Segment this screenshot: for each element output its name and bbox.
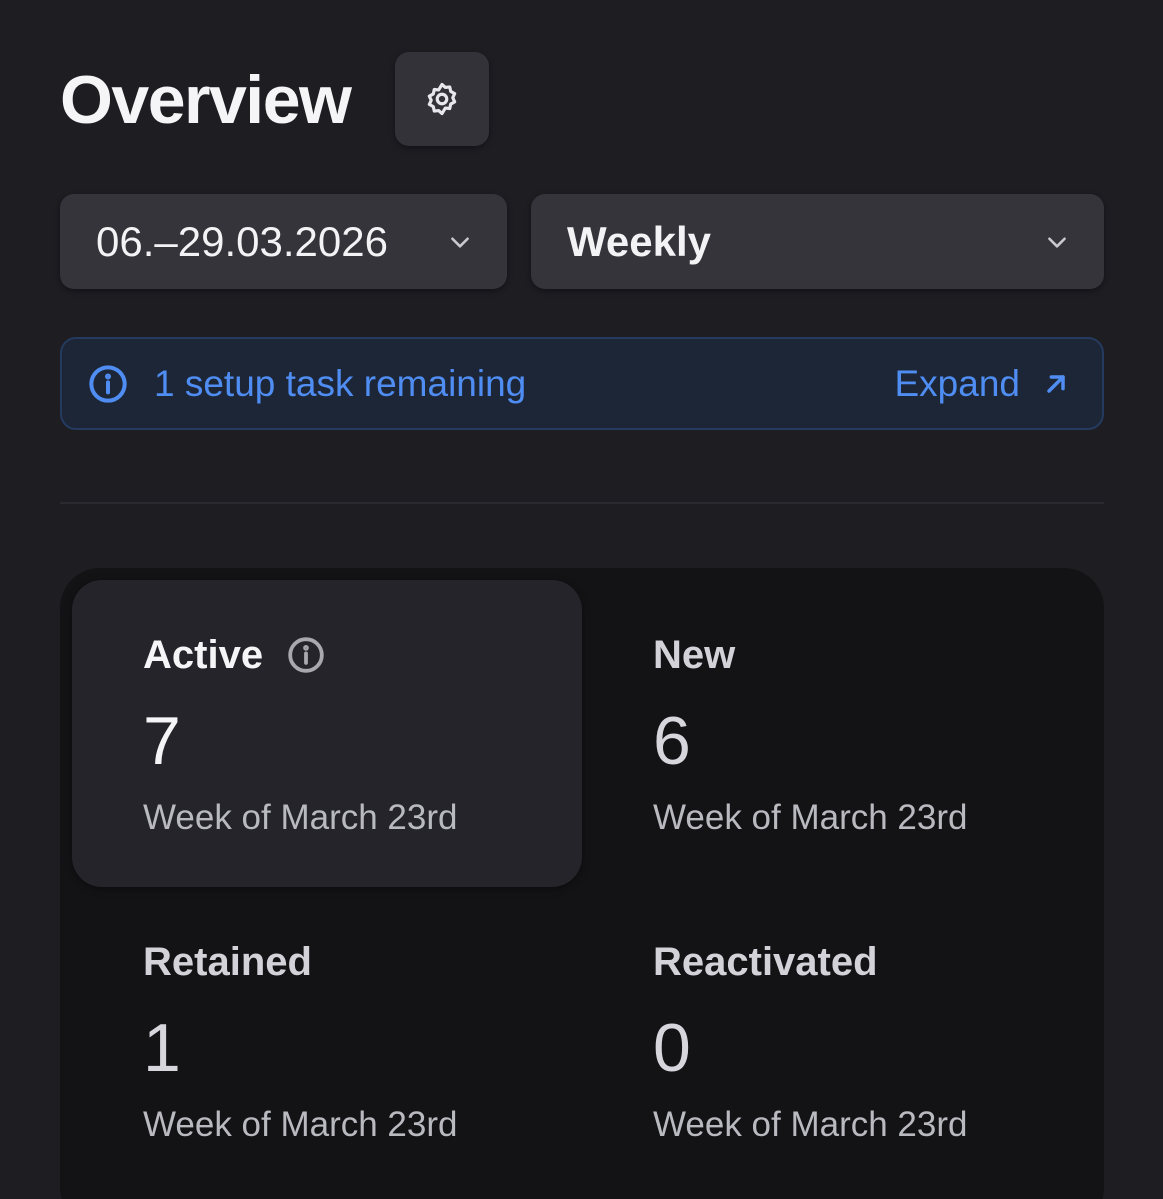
date-range-value: 06.–29.03.2026 [96, 217, 388, 265]
expand-label: Expand [894, 362, 1021, 404]
expand-button[interactable]: Expand [895, 363, 1071, 405]
stat-value-active: 7 [143, 703, 181, 779]
info-icon[interactable] [287, 636, 325, 674]
stat-value-retained: 1 [143, 1010, 181, 1086]
stat-subtitle-retained: Week of March 23rd [143, 1105, 458, 1144]
section-divider [60, 502, 1104, 504]
stat-label-text: Active [143, 632, 264, 677]
date-range-select[interactable]: 06.–29.03.2026 [60, 194, 507, 289]
info-icon [89, 364, 127, 403]
page-header: Overview [60, 52, 489, 148]
stat-reactivated[interactable]: Reactivated 0 Week of March 23rd [653, 937, 968, 1145]
arrow-up-right-icon [1047, 374, 1065, 393]
stat-label-reactivated: Reactivated [653, 939, 878, 984]
stat-active[interactable]: Active 7 Week of March 23rd [143, 630, 458, 838]
chevron-down-icon [1048, 236, 1066, 248]
stat-label-active: Active [143, 630, 458, 680]
setup-task-text: 1 setup task remaining [154, 362, 527, 404]
stat-subtitle-new: Week of March 23rd [653, 798, 968, 837]
page-title: Overview [60, 62, 352, 138]
frequency-select[interactable]: Weekly [531, 194, 1104, 289]
stat-subtitle-active: Week of March 23rd [143, 798, 458, 837]
stat-new[interactable]: New 6 Week of March 23rd [653, 630, 968, 838]
stat-value-new: 6 [653, 703, 691, 779]
gear-icon [427, 82, 457, 116]
stat-subtitle-reactivated: Week of March 23rd [653, 1105, 968, 1144]
stat-label-retained: Retained [143, 939, 312, 984]
chevron-down-icon [451, 236, 469, 248]
stat-value-reactivated: 0 [653, 1010, 691, 1086]
stat-retained[interactable]: Retained 1 Week of March 23rd [143, 937, 458, 1145]
stat-label-new: New [653, 632, 736, 677]
overview-page: Overview 06.–29.03.2026 Weekly 1 setup t… [0, 0, 1163, 1199]
setup-task-banner[interactable]: 1 setup task remaining Expand [60, 337, 1104, 430]
frequency-value: Weekly [567, 217, 711, 265]
settings-button[interactable] [395, 52, 489, 146]
